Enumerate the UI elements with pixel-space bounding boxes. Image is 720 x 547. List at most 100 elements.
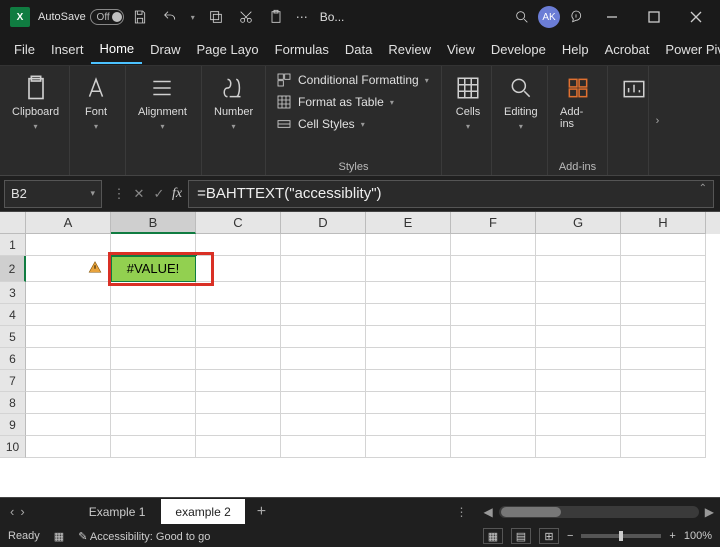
cells-button[interactable]: Cells▾ — [448, 70, 488, 135]
autosave-toggle[interactable]: AutoSave Off — [38, 9, 124, 25]
row-header-7[interactable]: 7 — [0, 370, 26, 392]
cell-B1[interactable] — [111, 234, 196, 256]
conditional-formatting-button[interactable]: Conditional Formatting▾ — [272, 70, 433, 90]
number-button[interactable]: Number▾ — [208, 70, 259, 135]
cell-C4[interactable] — [196, 304, 281, 326]
cell-D6[interactable] — [281, 348, 366, 370]
paste-button[interactable] — [262, 3, 290, 31]
menu-acrobat[interactable]: Acrobat — [597, 36, 658, 63]
cell-E7[interactable] — [366, 370, 451, 392]
cell-G8[interactable] — [536, 392, 621, 414]
cell-C6[interactable] — [196, 348, 281, 370]
cell-B3[interactable] — [111, 282, 196, 304]
cell-H1[interactable] — [621, 234, 706, 256]
cell-C10[interactable] — [196, 436, 281, 458]
save-button[interactable] — [126, 3, 154, 31]
col-header-g[interactable]: G — [536, 212, 621, 234]
addins-button[interactable]: Add-ins — [554, 70, 601, 134]
minimize-button[interactable] — [592, 1, 632, 33]
cell-F5[interactable] — [451, 326, 536, 348]
cell-D2[interactable] — [281, 256, 366, 282]
row-header-8[interactable]: 8 — [0, 392, 26, 414]
undo-button[interactable] — [156, 3, 184, 31]
cell-H10[interactable] — [621, 436, 706, 458]
scroll-right-button[interactable]: ▶ — [699, 505, 720, 519]
zoom-thumb[interactable] — [619, 531, 623, 541]
formula-input[interactable]: =BAHTTEXT("accessiblity") ⌃ — [188, 180, 714, 208]
row-header-1[interactable]: 1 — [0, 234, 26, 256]
cell-A10[interactable] — [26, 436, 111, 458]
cell-A4[interactable] — [26, 304, 111, 326]
scroll-left-button[interactable]: ◀ — [478, 505, 499, 519]
col-header-h[interactable]: H — [621, 212, 706, 234]
cell-F1[interactable] — [451, 234, 536, 256]
spreadsheet-grid[interactable]: A B C D E F G H 12#VALUE!345678910 — [0, 212, 720, 497]
col-header-d[interactable]: D — [281, 212, 366, 234]
cell-D9[interactable] — [281, 414, 366, 436]
add-sheet-button[interactable]: + — [247, 499, 276, 525]
cell-C3[interactable] — [196, 282, 281, 304]
file-name[interactable]: Bo... — [314, 10, 351, 24]
cell-G10[interactable] — [536, 436, 621, 458]
name-box-dropdown[interactable]: ▾ — [90, 188, 95, 199]
cell-A1[interactable] — [26, 234, 111, 256]
cell-D5[interactable] — [281, 326, 366, 348]
zoom-slider[interactable] — [581, 534, 661, 538]
col-header-e[interactable]: E — [366, 212, 451, 234]
menu-developer[interactable]: Develope — [483, 36, 554, 63]
qat-overflow[interactable]: ⋯ — [292, 3, 312, 31]
sheet-tab-0[interactable]: Example 1 — [75, 499, 160, 524]
cell-F7[interactable] — [451, 370, 536, 392]
close-button[interactable] — [676, 1, 716, 33]
cell-H3[interactable] — [621, 282, 706, 304]
zoom-out-button[interactable]: − — [567, 530, 573, 542]
cell-A9[interactable] — [26, 414, 111, 436]
cell-D7[interactable] — [281, 370, 366, 392]
toggle-switch[interactable]: Off — [90, 9, 124, 25]
col-header-f[interactable]: F — [451, 212, 536, 234]
select-all-corner[interactable] — [0, 212, 26, 234]
row-header-2[interactable]: 2 — [0, 256, 26, 282]
macro-icon[interactable]: ▦ — [54, 530, 64, 543]
row-header-4[interactable]: 4 — [0, 304, 26, 326]
cell-C7[interactable] — [196, 370, 281, 392]
menu-powerpivot[interactable]: Power Piv — [657, 36, 720, 63]
cell-B9[interactable] — [111, 414, 196, 436]
cell-G1[interactable] — [536, 234, 621, 256]
cell-C5[interactable] — [196, 326, 281, 348]
error-warning-icon[interactable] — [88, 260, 102, 274]
row-header-3[interactable]: 3 — [0, 282, 26, 304]
cell-B5[interactable] — [111, 326, 196, 348]
cell-G2[interactable] — [536, 256, 621, 282]
cell-B8[interactable] — [111, 392, 196, 414]
cell-H4[interactable] — [621, 304, 706, 326]
cell-G4[interactable] — [536, 304, 621, 326]
menu-home[interactable]: Home — [91, 35, 142, 64]
cell-F4[interactable] — [451, 304, 536, 326]
menu-view[interactable]: View — [439, 36, 483, 63]
cell-G6[interactable] — [536, 348, 621, 370]
cell-A3[interactable] — [26, 282, 111, 304]
cell-A5[interactable] — [26, 326, 111, 348]
menu-formulas[interactable]: Formulas — [267, 36, 337, 63]
formula-menu-icon[interactable]: ⋮ — [110, 186, 128, 202]
sheet-tab-1[interactable]: example 2 — [161, 499, 244, 524]
cell-E6[interactable] — [366, 348, 451, 370]
cell-D4[interactable] — [281, 304, 366, 326]
col-header-a[interactable]: A — [26, 212, 111, 234]
cell-B10[interactable] — [111, 436, 196, 458]
cell-B7[interactable] — [111, 370, 196, 392]
cell-G5[interactable] — [536, 326, 621, 348]
cut-button[interactable] — [232, 3, 260, 31]
cell-F2[interactable] — [451, 256, 536, 282]
sheet-prev-button[interactable]: ‹ — [10, 504, 14, 519]
formula-expand-button[interactable]: ⌃ — [699, 183, 707, 194]
row-header-9[interactable]: 9 — [0, 414, 26, 436]
cell-E3[interactable] — [366, 282, 451, 304]
accessibility-status[interactable]: ✎ Accessibility: Good to go — [78, 530, 210, 543]
zoom-in-button[interactable]: + — [669, 530, 675, 542]
clipboard-button[interactable]: Clipboard▾ — [6, 70, 65, 135]
user-avatar[interactable]: AK — [538, 6, 560, 28]
menu-page-layout[interactable]: Page Layo — [189, 36, 267, 63]
cell-F6[interactable] — [451, 348, 536, 370]
